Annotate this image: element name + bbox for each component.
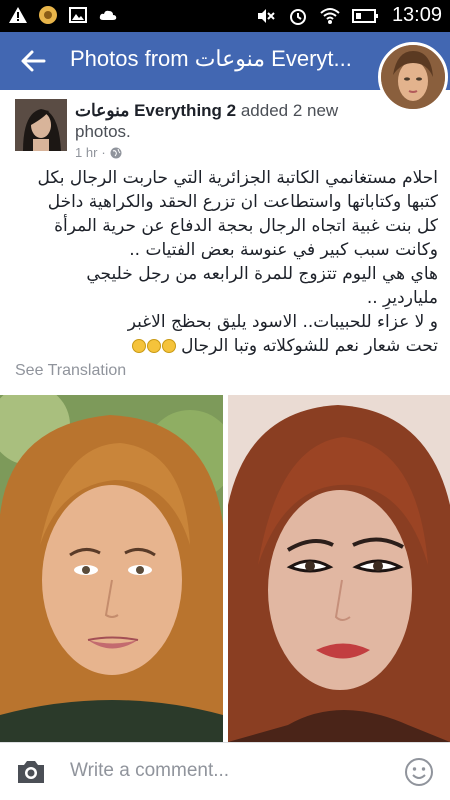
post-line: كتبها وكتاباتها واستطاعت ان تزرع الحقد و… — [47, 192, 438, 212]
mute-icon — [257, 8, 275, 23]
comment-bar: Write a comment... — [0, 742, 450, 800]
battery-icon — [351, 8, 378, 23]
camera-icon[interactable] — [16, 759, 46, 785]
post-line: احلام مستغانمي الكاتبة الجزائرية التي حا… — [37, 168, 438, 188]
wifi-icon — [320, 7, 340, 24]
post-line: وكانت سبب كبير في عنوسة بعض الفتيات .. — [129, 240, 438, 260]
smiley-icon[interactable] — [404, 757, 434, 787]
status-bar: 13:09 — [0, 0, 450, 32]
laughing-emoji-icon — [131, 339, 146, 353]
comment-input[interactable]: Write a comment... — [70, 760, 229, 782]
post-line: تحت شعار نعم للشوكلاته وتبا الرجال — [181, 336, 438, 356]
post-line: هاي هي اليوم تتزوج للمرة الرابعه من رجل … — [86, 264, 438, 284]
cloud-icon — [99, 10, 117, 20]
back-arrow-icon[interactable] — [18, 46, 48, 76]
poster-name[interactable]: منوعات Everything 2 — [75, 101, 236, 120]
meta-dot: · — [101, 145, 106, 160]
poster-line: منوعات Everything 2 added 2 new photos. — [75, 100, 375, 142]
notification-icon — [39, 6, 57, 24]
post-line: مليارديرِ .. — [366, 288, 438, 308]
image-icon — [69, 7, 87, 23]
laughing-emoji-icon — [161, 339, 176, 353]
see-translation-link[interactable]: See Translation — [15, 362, 126, 380]
clock: 13:09 — [391, 4, 442, 26]
poster-avatar[interactable] — [15, 99, 67, 151]
post-text: احلام مستغانمي الكاتبة الجزائرية التي حا… — [12, 166, 438, 358]
warning-icon — [9, 7, 27, 23]
photo-right[interactable] — [228, 395, 450, 742]
globe-icon — [110, 147, 122, 158]
page-title: Photos from منوعات Everyt... — [70, 46, 352, 71]
photo-grid — [0, 395, 450, 742]
post-meta: 1 hr · — [75, 145, 122, 160]
post-line: و لا عزاء للحبيبات.. الاسود يليق بحظج ال… — [127, 312, 438, 332]
post-line: كل بنت غبية اتجاه الرجال بحجة الدفاع عن … — [54, 216, 438, 236]
alarm-icon — [289, 8, 306, 25]
profile-avatar[interactable] — [378, 42, 448, 112]
photo-left[interactable] — [0, 395, 223, 742]
post-time[interactable]: 1 hr — [75, 145, 97, 160]
post-line-last: تحت شعار نعم للشوكلاته وتبا الرجال — [12, 334, 438, 358]
laughing-emoji-icon — [146, 339, 161, 353]
post-header: منوعات Everything 2 added 2 new photos. … — [0, 90, 450, 166]
